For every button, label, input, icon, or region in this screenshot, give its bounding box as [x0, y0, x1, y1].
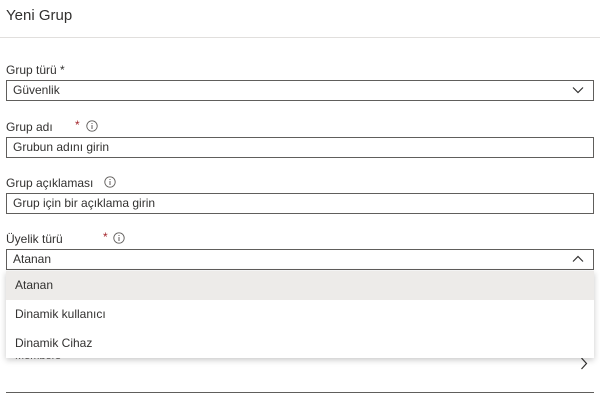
group-type-label: Grup türü *: [6, 63, 65, 77]
option-dinamik-kullanici[interactable]: Dinamik kullanıcı: [6, 300, 594, 329]
panel-header: Yeni Grup: [0, 0, 600, 38]
group-description-input[interactable]: Grup için bir açıklama girin: [6, 193, 594, 214]
info-icon[interactable]: [113, 232, 125, 244]
group-name-placeholder: Grubun adını girin: [13, 140, 110, 154]
membership-type-options: Atanan Dinamik kullanıcı Dinamik Cihaz: [6, 271, 594, 358]
chevron-right-icon[interactable]: [580, 357, 588, 370]
membership-type-value: Atanan: [13, 252, 52, 266]
membership-type-dropdown[interactable]: Atanan: [6, 249, 594, 270]
option-atanan[interactable]: Atanan: [6, 271, 594, 300]
group-type-value: Güvenlik: [13, 83, 60, 97]
membership-type-label: Üyelik türü: [6, 232, 63, 246]
info-icon[interactable]: [104, 176, 116, 188]
required-marker: *: [103, 230, 108, 244]
page-title: Yeni Grup: [6, 7, 73, 24]
info-icon[interactable]: [86, 120, 98, 132]
chevron-up-icon: [572, 255, 584, 263]
group-description-label: Grup açıklaması: [6, 176, 94, 190]
option-dinamik-cihaz[interactable]: Dinamik Cihaz: [6, 329, 594, 358]
group-type-dropdown[interactable]: Güvenlik: [6, 80, 594, 101]
group-description-placeholder: Grup için bir açıklama girin: [13, 196, 156, 210]
members-underline: [6, 392, 594, 393]
chevron-down-icon: [572, 86, 584, 94]
group-name-input[interactable]: Grubun adını girin: [6, 137, 594, 158]
required-marker: *: [75, 118, 80, 132]
group-name-label: Grup adı: [6, 120, 53, 134]
